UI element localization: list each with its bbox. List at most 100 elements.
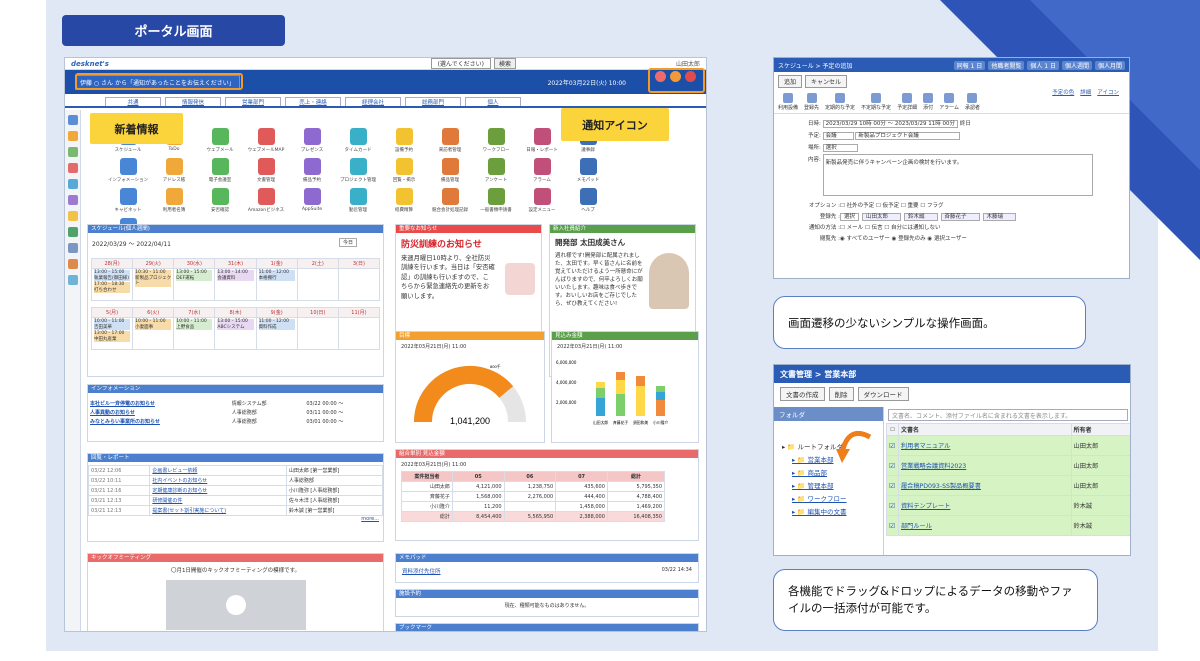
- plan-type-select[interactable]: 会議: [822, 132, 854, 140]
- notify-checkbox[interactable]: ☐ メール: [840, 225, 865, 231]
- registrant-select-button[interactable]: 選択: [840, 213, 860, 221]
- plan-title-input[interactable]: 新製品プロジェクト会議: [855, 132, 960, 140]
- help-icon[interactable]: [67, 275, 78, 285]
- clock-icon[interactable]: [67, 211, 78, 221]
- doc-row[interactable]: ☑ 資料テンプレート 鈴木誠: [886, 495, 1130, 516]
- calendar-icon[interactable]: [67, 115, 78, 125]
- doc-checkbox[interactable]: ☑: [886, 455, 899, 476]
- toolbar-item[interactable]: 不定期な予定: [861, 93, 891, 111]
- doc-button[interactable]: 文書の作成: [780, 387, 825, 401]
- kickoff-video[interactable]: [165, 580, 306, 630]
- doc-name[interactable]: 営業戦略会議資料2023: [898, 455, 1072, 476]
- registrant-chip[interactable]: 鈴木誠: [904, 213, 938, 221]
- app-tile[interactable]: 一般書類申請書: [473, 188, 519, 214]
- app-tile[interactable]: 電子会議室: [197, 158, 243, 184]
- checkbox-header[interactable]: ☐: [886, 423, 899, 436]
- date-field[interactable]: 2023/03/29 10時 00分 〜 2023/03/29 11時 00分: [822, 120, 959, 128]
- schedule-event[interactable]: 17:00 - 18:30 打ち合わせ: [94, 282, 131, 293]
- toolbar-item[interactable]: 定期的な予定: [825, 93, 855, 111]
- content-textarea[interactable]: 新製品発売に伴うキャンペーン企画の検討を行います。: [822, 154, 1093, 196]
- app-tile[interactable]: キャビネット: [105, 188, 151, 214]
- circular-row[interactable]: 03/21 12:13 提案書(セット割引実施について) 鈴木誠 [第一営業部]: [87, 505, 384, 516]
- schedule-event[interactable]: 10:00 - 11:00 小妻面事: [135, 319, 172, 330]
- toolbar-item[interactable]: アラーム: [939, 93, 959, 111]
- doc-checkbox[interactable]: ☑: [886, 515, 899, 536]
- more-link[interactable]: more...: [88, 516, 383, 522]
- app-tile[interactable]: インフォメーション: [105, 158, 151, 184]
- app-tile[interactable]: 設定メニュー: [519, 188, 565, 214]
- circular-title[interactable]: 社内イベントのお知らせ: [149, 475, 287, 486]
- registrant-chip[interactable]: 山田太郎: [862, 213, 902, 221]
- day-cell[interactable]: 13:00 - 15:00 DEF運転: [173, 268, 216, 301]
- circular-row[interactable]: 03/22 10:11 社内イベントのお知らせ 人事総務部: [87, 475, 384, 486]
- portal-tab[interactable]: 営業部門: [225, 97, 281, 106]
- search-button[interactable]: 検索: [493, 58, 516, 69]
- app-tile[interactable]: メモパッド: [565, 158, 611, 184]
- registrant-chip[interactable]: 斉藤花子: [940, 213, 980, 221]
- day-cell[interactable]: [296, 317, 339, 350]
- schedule-event[interactable]: 10:00 - 11:00 上野食品: [176, 319, 213, 330]
- day-cell[interactable]: 13:00 - 14:00 会議資料: [214, 268, 257, 301]
- portal-tab[interactable]: 共通: [105, 97, 161, 106]
- doc-row[interactable]: ☑ 履合稿PD093-SS製品概要書 山田太郎: [886, 475, 1130, 496]
- doc-row[interactable]: ☑ 利用者マニュアル 山田太郎: [886, 435, 1130, 456]
- information-header[interactable]: インフォメーション: [88, 385, 383, 393]
- app-tile[interactable]: 備品予約: [289, 158, 335, 184]
- doc-row[interactable]: ☑ 部門ルール 鈴木誠: [886, 515, 1130, 536]
- doc-button[interactable]: 削除: [828, 387, 854, 401]
- place-select[interactable]: 選択: [822, 144, 858, 152]
- chat-icon[interactable]: [67, 179, 78, 189]
- info-title[interactable]: みなとみらい事業所のお知らせ: [88, 417, 230, 426]
- app-tile[interactable]: アラーム: [519, 158, 565, 184]
- doc-checkbox[interactable]: ☑: [886, 475, 899, 496]
- schedule-event[interactable]: 13:00 - 15:00 DEF運転: [176, 270, 213, 281]
- portal-tab[interactable]: 売上・連絡: [285, 97, 341, 106]
- action-button[interactable]: キャンセル: [805, 75, 848, 88]
- allday-checkbox[interactable]: 終日: [960, 121, 971, 127]
- app-tile[interactable]: 設備予約: [381, 128, 427, 154]
- circular-row[interactable]: 03/21 12:13 研修開催の件 佐々木洋 [人事総務部]: [87, 495, 384, 506]
- app-tile[interactable]: アドレス帳: [151, 158, 197, 184]
- view-button[interactable]: 個人週間: [1061, 60, 1092, 70]
- app-tile[interactable]: 来訪者管理: [427, 128, 473, 154]
- schedule-event[interactable]: 13:00 - 14:00 会議資料: [217, 270, 254, 281]
- play-icon[interactable]: [225, 595, 246, 615]
- info-title[interactable]: 本社ビル一斉停電のお知らせ: [88, 399, 230, 408]
- schedule-event[interactable]: 11:00 - 12:00 本格棚行: [258, 270, 295, 281]
- toolbar-item[interactable]: 登録先: [804, 93, 819, 111]
- toolbar-item[interactable]: 予定詳細: [897, 93, 917, 111]
- app-tile[interactable]: プレゼンス: [289, 128, 335, 154]
- folder-item[interactable]: ▸ 📁 編集中の文書: [782, 506, 883, 519]
- day-cell[interactable]: 10:00 - 11:00 吉田美華 13:00 - 17:00 中田丸産業: [90, 317, 134, 350]
- schedule-link[interactable]: 予定の色: [1052, 88, 1074, 96]
- day-cell[interactable]: 10:30 - 11:00 新製品プロジェクト: [132, 268, 175, 301]
- address-icon[interactable]: [67, 243, 78, 253]
- portal-tab[interactable]: 個人: [465, 97, 521, 106]
- doc-search-input[interactable]: 文書名、コメント、添付ファイル名に含まれる文書を表示します。: [888, 409, 1128, 421]
- app-tile[interactable]: 備品管理: [427, 158, 473, 184]
- app-tile[interactable]: 競合会計処理記録: [427, 188, 473, 214]
- info-row[interactable]: 人事異動のお知らせ 人事総務部 03/11 00:00 〜: [88, 408, 383, 417]
- app-tile[interactable]: ワークフロー: [473, 128, 519, 154]
- notify-checkbox[interactable]: ☐ 自分には通知しない: [884, 225, 940, 231]
- schedule-event[interactable]: 10:00 - 11:00 吉田美華: [94, 319, 131, 330]
- circular-row[interactable]: 03/22 12:06 企画書レビュー依頼 山田太郎 [第一営業部]: [87, 465, 384, 476]
- option-checkbox[interactable]: ☐ 社外の予定: [840, 203, 876, 209]
- day-cell[interactable]: 13:00 - 15:00 執業報告(御田様) 17:00 - 18:30 打ち合…: [90, 268, 134, 301]
- day-cell[interactable]: 10:00 - 11:00 上野食品: [173, 317, 216, 350]
- app-tile[interactable]: 文書管理: [243, 158, 289, 184]
- folder-item[interactable]: ▸ 📁 ワークフロー: [782, 493, 883, 506]
- day-cell[interactable]: 11:00 - 12:00 本格棚行: [255, 268, 298, 301]
- app-tile[interactable]: 日報・レポート: [519, 128, 565, 154]
- circular-title[interactable]: 研修開催の件: [149, 495, 287, 506]
- app-tile[interactable]: ヘルプ: [565, 188, 611, 214]
- app-tile[interactable]: タイムカード: [335, 128, 381, 154]
- app-tile[interactable]: 安否確認: [197, 188, 243, 214]
- doc-icon[interactable]: [67, 163, 78, 173]
- day-cell[interactable]: [337, 268, 381, 301]
- registrant-chip[interactable]: 木藤瑞: [982, 213, 1017, 221]
- app-tile[interactable]: アンケート: [473, 158, 519, 184]
- view-button[interactable]: 個人月間: [1094, 60, 1125, 70]
- option-checkbox[interactable]: ☐ フラグ: [920, 203, 943, 209]
- app-tile[interactable]: AppSuite: [289, 188, 335, 214]
